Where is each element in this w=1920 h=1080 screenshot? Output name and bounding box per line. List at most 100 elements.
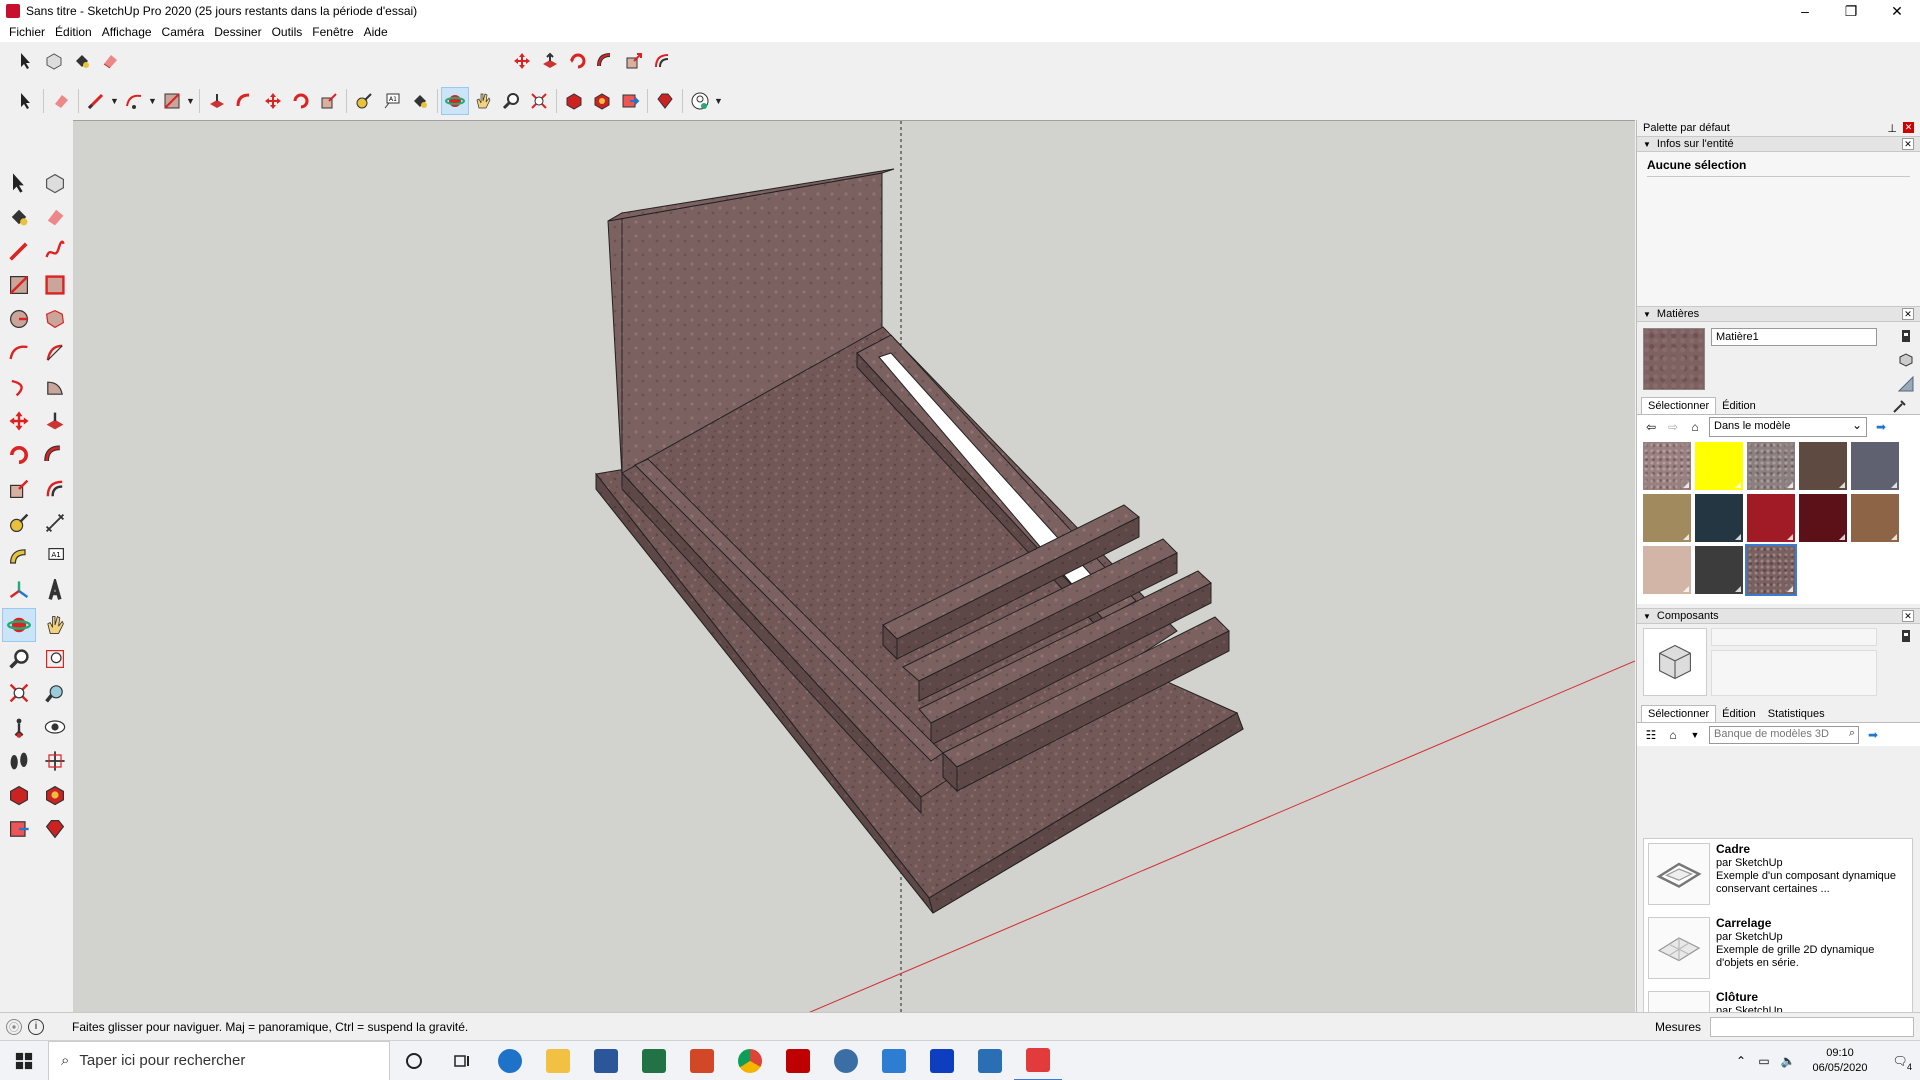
dimension-icon[interactable] bbox=[38, 506, 72, 540]
shape-dropdown-icon[interactable]: ▼ bbox=[186, 96, 196, 106]
material-swatch[interactable] bbox=[1745, 544, 1797, 596]
follow-me-tool-button[interactable] bbox=[231, 87, 259, 115]
components-header[interactable]: ▼ Composants ✕ bbox=[1637, 608, 1920, 624]
extension-manager-icon[interactable] bbox=[38, 812, 72, 846]
warehouse-search-input[interactable]: Banque de modèles 3D bbox=[1709, 725, 1859, 744]
zoom-extents-icon[interactable] bbox=[2, 676, 36, 710]
extension-manager-button[interactable] bbox=[651, 87, 679, 115]
task-view-icon[interactable] bbox=[438, 1041, 486, 1080]
material-swatch[interactable] bbox=[1643, 442, 1691, 490]
text-tool-button[interactable]: A1 bbox=[378, 87, 406, 115]
material-swatch[interactable] bbox=[1747, 494, 1795, 542]
push-pull-tool-button[interactable] bbox=[203, 87, 231, 115]
volume-icon[interactable]: 🔈 bbox=[1776, 1054, 1800, 1068]
chrome-icon[interactable] bbox=[726, 1041, 774, 1080]
material-swatch[interactable] bbox=[1695, 494, 1743, 542]
photos-icon[interactable] bbox=[966, 1041, 1014, 1080]
paint-tool-button[interactable] bbox=[406, 87, 434, 115]
menu-camera[interactable]: Caméra bbox=[157, 25, 210, 39]
material-swatch[interactable] bbox=[1695, 546, 1743, 594]
arc-icon[interactable] bbox=[2, 336, 36, 370]
warehouse-icon[interactable] bbox=[2, 778, 36, 812]
rectangle-tool-button[interactable] bbox=[158, 87, 186, 115]
notifications-icon[interactable]: 🗨 4 bbox=[1880, 1054, 1920, 1072]
tab-edit-materials[interactable]: Édition bbox=[1716, 398, 1762, 414]
tape-measure-button[interactable] bbox=[350, 87, 378, 115]
cortana-icon[interactable] bbox=[390, 1041, 438, 1080]
component-icon[interactable] bbox=[38, 166, 72, 200]
pin-icon[interactable]: ⊥ bbox=[1887, 122, 1897, 135]
info-icon[interactable]: i bbox=[28, 1018, 44, 1035]
minimize-button[interactable]: – bbox=[1782, 0, 1828, 22]
pan-icon[interactable] bbox=[38, 608, 72, 642]
visual-studio-icon[interactable] bbox=[870, 1041, 918, 1080]
file-explorer-icon[interactable] bbox=[534, 1041, 582, 1080]
restore-button[interactable]: ❐ bbox=[1828, 0, 1874, 22]
walk-icon[interactable] bbox=[2, 744, 36, 778]
make-component-button[interactable] bbox=[40, 47, 68, 75]
materials-header[interactable]: ▼ Matières ✕ bbox=[1637, 306, 1920, 322]
windows-start-button[interactable] bbox=[0, 1041, 48, 1080]
back-arrow-icon[interactable]: ⇦ bbox=[1643, 419, 1659, 435]
eyedropper-icon[interactable] bbox=[1886, 396, 1914, 419]
eraser-tool-button[interactable] bbox=[47, 87, 75, 115]
move-tool-button[interactable] bbox=[508, 47, 536, 75]
github-desktop-icon[interactable] bbox=[822, 1041, 870, 1080]
collapse-triangle-icon[interactable]: ▼ bbox=[1643, 310, 1651, 319]
tab-statistics-components[interactable]: Statistiques bbox=[1762, 706, 1831, 722]
taskbar-search-input[interactable]: ⌕ Taper ici pour rechercher bbox=[48, 1040, 390, 1080]
scale-icon[interactable] bbox=[2, 472, 36, 506]
axes-icon[interactable] bbox=[2, 574, 36, 608]
menu-edition[interactable]: Édition bbox=[50, 25, 97, 39]
excel-icon[interactable] bbox=[630, 1041, 678, 1080]
create-component-icon[interactable] bbox=[1898, 628, 1914, 647]
network-icon[interactable]: ▭ bbox=[1752, 1054, 1776, 1068]
layout-send-button[interactable] bbox=[616, 87, 644, 115]
menu-fichier[interactable]: Fichier bbox=[4, 25, 50, 39]
rotate-arrows-button[interactable] bbox=[287, 87, 315, 115]
select-tool-button[interactable] bbox=[12, 47, 40, 75]
paint-bucket-button[interactable] bbox=[68, 47, 96, 75]
material-name-field[interactable]: Matière1 bbox=[1711, 328, 1877, 346]
list-item[interactable]: Carrelage par SketchUp Exemple de grille 2… bbox=[1644, 913, 1912, 987]
measures-input[interactable] bbox=[1710, 1017, 1914, 1037]
components-home-icon[interactable]: ⌂ bbox=[1665, 727, 1681, 743]
material-swatch[interactable] bbox=[1643, 546, 1691, 594]
3d-text-icon[interactable] bbox=[38, 574, 72, 608]
menu-dessiner[interactable]: Dessiner bbox=[209, 25, 266, 39]
line-icon[interactable] bbox=[2, 234, 36, 268]
edge-browser-icon[interactable] bbox=[486, 1041, 534, 1080]
details-arrow-icon[interactable]: ➡ bbox=[1873, 419, 1889, 435]
material-swatch[interactable] bbox=[1695, 442, 1743, 490]
line-dropdown-icon[interactable]: ▼ bbox=[110, 96, 120, 106]
rotated-rectangle-icon[interactable] bbox=[38, 268, 72, 302]
zoom-tool-button[interactable] bbox=[497, 87, 525, 115]
paint-bucket-icon[interactable] bbox=[2, 200, 36, 234]
components-details-arrow-icon[interactable]: ➡ bbox=[1865, 727, 1881, 743]
show-hidden-icons[interactable]: ⌃ bbox=[1730, 1054, 1752, 1068]
materials-close-icon[interactable]: ✕ bbox=[1902, 308, 1914, 320]
filezilla-icon[interactable] bbox=[774, 1041, 822, 1080]
rotate-icon[interactable] bbox=[2, 438, 36, 472]
rectangle-icon[interactable] bbox=[2, 268, 36, 302]
push-pull-button[interactable] bbox=[536, 47, 564, 75]
extension-warehouse-button[interactable] bbox=[588, 87, 616, 115]
position-camera-icon[interactable] bbox=[2, 710, 36, 744]
3d-warehouse-button[interactable] bbox=[560, 87, 588, 115]
scale-box-button[interactable] bbox=[315, 87, 343, 115]
zoom-icon[interactable] bbox=[2, 642, 36, 676]
3d-model-canvas[interactable] bbox=[73, 121, 1635, 1012]
menu-affichage[interactable]: Affichage bbox=[97, 25, 157, 39]
components-dropdown-icon[interactable]: ▼ bbox=[1687, 727, 1703, 743]
protractor-icon[interactable] bbox=[2, 540, 36, 574]
malwarebytes-icon[interactable] bbox=[918, 1041, 966, 1080]
offset-icon[interactable] bbox=[38, 472, 72, 506]
zoom-window-icon[interactable] bbox=[38, 642, 72, 676]
material-swatch[interactable] bbox=[1851, 494, 1899, 542]
powerpoint-icon[interactable] bbox=[678, 1041, 726, 1080]
previous-view-icon[interactable] bbox=[38, 676, 72, 710]
arc-tool-button[interactable] bbox=[120, 87, 148, 115]
orbit-icon[interactable] bbox=[2, 608, 36, 642]
send-to-layout-icon[interactable] bbox=[2, 812, 36, 846]
pie-icon[interactable] bbox=[38, 370, 72, 404]
